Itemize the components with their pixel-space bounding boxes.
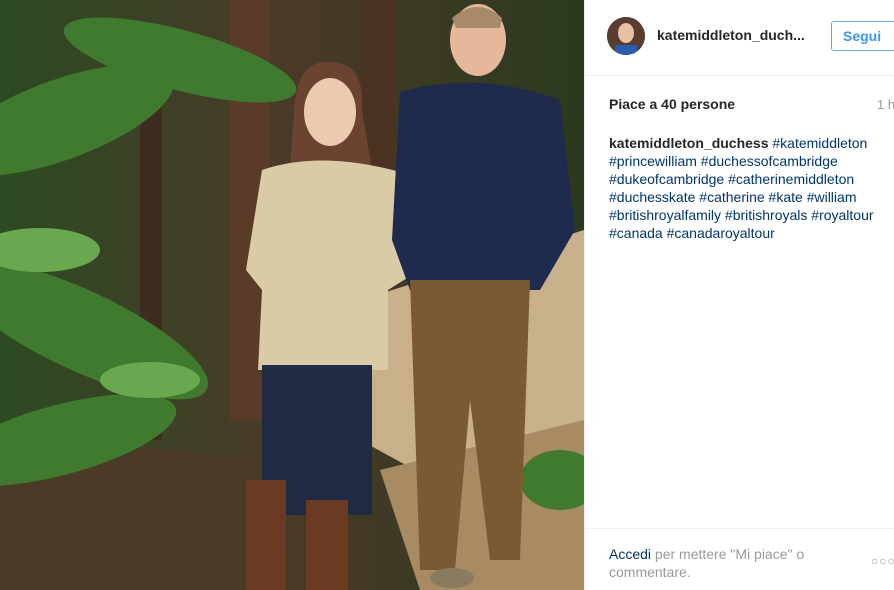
post-sidebar: katemiddleton_duch... Segui Piace a 40 p…	[584, 0, 894, 590]
likes-count[interactable]: Piace a 40 persone	[609, 96, 735, 112]
username-link[interactable]: katemiddleton_duch...	[657, 27, 805, 43]
post-time[interactable]: 1 h	[877, 97, 894, 112]
more-dots-icon[interactable]: ○○○	[871, 554, 894, 568]
login-link[interactable]: Accedi	[609, 546, 651, 562]
caption-username[interactable]: katemiddleton_duchess	[609, 135, 769, 151]
post-photo	[0, 0, 584, 590]
follow-button[interactable]: Segui	[831, 21, 894, 51]
post-header: katemiddleton_duch... Segui	[585, 0, 894, 76]
divider	[585, 528, 894, 529]
post-caption: katemiddleton_duchess #katemiddleton #pr…	[609, 134, 894, 242]
avatar[interactable]	[607, 17, 645, 55]
login-prompt: Accedi per mettere "Mi piace" o commenta…	[609, 545, 839, 581]
